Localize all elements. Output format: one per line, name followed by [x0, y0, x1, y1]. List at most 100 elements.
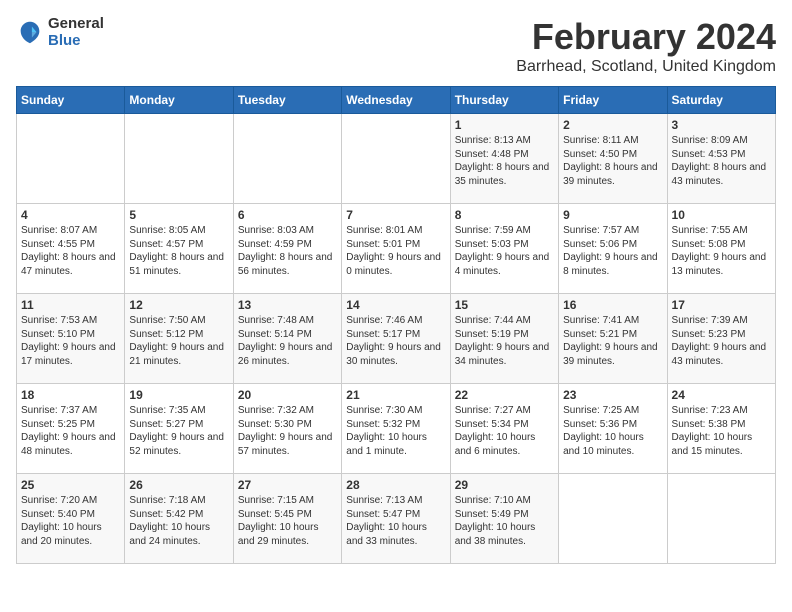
page-header: General Blue February 2024 Barrhead, Sco… — [16, 16, 776, 76]
day-number: 25 — [21, 478, 120, 492]
cell-sun-info: Sunrise: 8:05 AM Sunset: 4:57 PM Dayligh… — [129, 224, 228, 278]
day-cell: 11 Sunrise: 7:53 AM Sunset: 5:10 PM Dayli… — [17, 294, 125, 384]
day-number: 10 — [672, 208, 771, 222]
cell-sun-info: Sunrise: 8:11 AM Sunset: 4:50 PM Dayligh… — [563, 134, 662, 188]
day-cell: 1Sunrise: 8:13 AM Sunset: 4:48 PM Daylig… — [450, 114, 558, 204]
day-number: 19 — [129, 388, 228, 402]
day-number: 12 — [129, 298, 228, 312]
day-number: 22 — [455, 388, 554, 402]
day-cell: 19 Sunrise: 7:35 AM Sunset: 5:27 PM Dayli… — [125, 384, 233, 474]
header-cell-wednesday: Wednesday — [342, 87, 450, 114]
day-cell: 10Sunrise: 7:55 AM Sunset: 5:08 PM Dayli… — [667, 204, 775, 294]
day-number: 3 — [672, 118, 771, 132]
calendar-body: 1Sunrise: 8:13 AM Sunset: 4:48 PM Daylig… — [17, 114, 776, 564]
day-number: 13 — [238, 298, 337, 312]
month-year-title: February 2024 — [516, 16, 776, 58]
calendar-header: SundayMondayTuesdayWednesdayThursdayFrid… — [17, 87, 776, 114]
cell-sun-info: Sunrise: 7:46 AM Sunset: 5:17 PM Dayligh… — [346, 314, 445, 368]
week-row-0: 1Sunrise: 8:13 AM Sunset: 4:48 PM Daylig… — [17, 114, 776, 204]
day-cell: 21 Sunrise: 7:30 AM Sunset: 5:32 PM Dayli… — [342, 384, 450, 474]
day-cell: 18 Sunrise: 7:37 AM Sunset: 5:25 PM Dayli… — [17, 384, 125, 474]
day-cell: 22Sunrise: 7:27 AM Sunset: 5:34 PM Dayli… — [450, 384, 558, 474]
header-row: SundayMondayTuesdayWednesdayThursdayFrid… — [17, 87, 776, 114]
day-number: 28 — [346, 478, 445, 492]
day-cell: 24Sunrise: 7:23 AM Sunset: 5:38 PM Dayli… — [667, 384, 775, 474]
day-cell — [125, 114, 233, 204]
day-cell — [17, 114, 125, 204]
day-cell: 9 Sunrise: 7:57 AM Sunset: 5:06 PM Daylig… — [559, 204, 667, 294]
cell-sun-info: Sunrise: 7:37 AM Sunset: 5:25 PM Dayligh… — [21, 404, 120, 458]
day-cell: 17Sunrise: 7:39 AM Sunset: 5:23 PM Dayli… — [667, 294, 775, 384]
day-number: 1 — [455, 118, 554, 132]
day-cell: 27 Sunrise: 7:15 AM Sunset: 5:45 PM Dayli… — [233, 474, 341, 564]
week-row-3: 18 Sunrise: 7:37 AM Sunset: 5:25 PM Dayli… — [17, 384, 776, 474]
day-number: 21 — [346, 388, 445, 402]
cell-sun-info: Sunrise: 7:41 AM Sunset: 5:21 PM Dayligh… — [563, 314, 662, 368]
day-number: 9 — [563, 208, 662, 222]
cell-sun-info: Sunrise: 8:01 AM Sunset: 5:01 PM Dayligh… — [346, 224, 445, 278]
day-cell: 23 Sunrise: 7:25 AM Sunset: 5:36 PM Dayli… — [559, 384, 667, 474]
cell-sun-info: Sunrise: 7:13 AM Sunset: 5:47 PM Dayligh… — [346, 494, 445, 548]
cell-sun-info: Sunrise: 8:09 AM Sunset: 4:53 PM Dayligh… — [672, 134, 771, 188]
calendar-table: SundayMondayTuesdayWednesdayThursdayFrid… — [16, 86, 776, 564]
day-number: 20 — [238, 388, 337, 402]
day-number: 8 — [455, 208, 554, 222]
header-cell-monday: Monday — [125, 87, 233, 114]
day-number: 6 — [238, 208, 337, 222]
day-cell — [559, 474, 667, 564]
day-cell: 16 Sunrise: 7:41 AM Sunset: 5:21 PM Dayli… — [559, 294, 667, 384]
day-number: 18 — [21, 388, 120, 402]
day-number: 15 — [455, 298, 554, 312]
cell-sun-info: Sunrise: 7:25 AM Sunset: 5:36 PM Dayligh… — [563, 404, 662, 458]
day-cell: 20 Sunrise: 7:32 AM Sunset: 5:30 PM Dayli… — [233, 384, 341, 474]
logo-blue-text: Blue — [48, 33, 104, 50]
day-cell: 4Sunrise: 8:07 AM Sunset: 4:55 PM Daylig… — [17, 204, 125, 294]
day-number: 7 — [346, 208, 445, 222]
logo-text: General Blue — [48, 16, 104, 49]
cell-sun-info: Sunrise: 7:30 AM Sunset: 5:32 PM Dayligh… — [346, 404, 445, 458]
cell-sun-info: Sunrise: 7:50 AM Sunset: 5:12 PM Dayligh… — [129, 314, 228, 368]
header-cell-saturday: Saturday — [667, 87, 775, 114]
cell-sun-info: Sunrise: 7:35 AM Sunset: 5:27 PM Dayligh… — [129, 404, 228, 458]
cell-sun-info: Sunrise: 7:32 AM Sunset: 5:30 PM Dayligh… — [238, 404, 337, 458]
logo: General Blue — [16, 16, 104, 49]
cell-sun-info: Sunrise: 7:53 AM Sunset: 5:10 PM Dayligh… — [21, 314, 120, 368]
day-cell: 7 Sunrise: 8:01 AM Sunset: 5:01 PM Daylig… — [342, 204, 450, 294]
day-cell: 28 Sunrise: 7:13 AM Sunset: 5:47 PM Dayli… — [342, 474, 450, 564]
day-number: 17 — [672, 298, 771, 312]
cell-sun-info: Sunrise: 7:59 AM Sunset: 5:03 PM Dayligh… — [455, 224, 554, 278]
week-row-4: 25 Sunrise: 7:20 AM Sunset: 5:40 PM Dayli… — [17, 474, 776, 564]
day-number: 5 — [129, 208, 228, 222]
logo-general-text: General — [48, 16, 104, 33]
logo-icon — [16, 19, 44, 47]
location-subtitle: Barrhead, Scotland, United Kingdom — [516, 58, 776, 76]
day-number: 16 — [563, 298, 662, 312]
day-cell: 12 Sunrise: 7:50 AM Sunset: 5:12 PM Dayli… — [125, 294, 233, 384]
header-cell-sunday: Sunday — [17, 87, 125, 114]
day-number: 4 — [21, 208, 120, 222]
cell-sun-info: Sunrise: 7:18 AM Sunset: 5:42 PM Dayligh… — [129, 494, 228, 548]
day-number: 11 — [21, 298, 120, 312]
header-cell-thursday: Thursday — [450, 87, 558, 114]
day-number: 14 — [346, 298, 445, 312]
cell-sun-info: Sunrise: 7:10 AM Sunset: 5:49 PM Dayligh… — [455, 494, 554, 548]
week-row-2: 11 Sunrise: 7:53 AM Sunset: 5:10 PM Dayli… — [17, 294, 776, 384]
day-cell: 6 Sunrise: 8:03 AM Sunset: 4:59 PM Daylig… — [233, 204, 341, 294]
day-cell: 2Sunrise: 8:11 AM Sunset: 4:50 PM Daylig… — [559, 114, 667, 204]
cell-sun-info: Sunrise: 7:57 AM Sunset: 5:06 PM Dayligh… — [563, 224, 662, 278]
day-number: 27 — [238, 478, 337, 492]
cell-sun-info: Sunrise: 8:03 AM Sunset: 4:59 PM Dayligh… — [238, 224, 337, 278]
day-number: 26 — [129, 478, 228, 492]
day-number: 23 — [563, 388, 662, 402]
day-cell: 13Sunrise: 7:48 AM Sunset: 5:14 PM Dayli… — [233, 294, 341, 384]
header-cell-friday: Friday — [559, 87, 667, 114]
header-cell-tuesday: Tuesday — [233, 87, 341, 114]
day-cell: 3 Sunrise: 8:09 AM Sunset: 4:53 PM Daylig… — [667, 114, 775, 204]
title-area: February 2024 Barrhead, Scotland, United… — [516, 16, 776, 76]
day-cell: 14 Sunrise: 7:46 AM Sunset: 5:17 PM Dayli… — [342, 294, 450, 384]
cell-sun-info: Sunrise: 7:20 AM Sunset: 5:40 PM Dayligh… — [21, 494, 120, 548]
cell-sun-info: Sunrise: 7:15 AM Sunset: 5:45 PM Dayligh… — [238, 494, 337, 548]
day-cell: 8 Sunrise: 7:59 AM Sunset: 5:03 PM Daylig… — [450, 204, 558, 294]
cell-sun-info: Sunrise: 7:44 AM Sunset: 5:19 PM Dayligh… — [455, 314, 554, 368]
day-cell: 15 Sunrise: 7:44 AM Sunset: 5:19 PM Dayli… — [450, 294, 558, 384]
